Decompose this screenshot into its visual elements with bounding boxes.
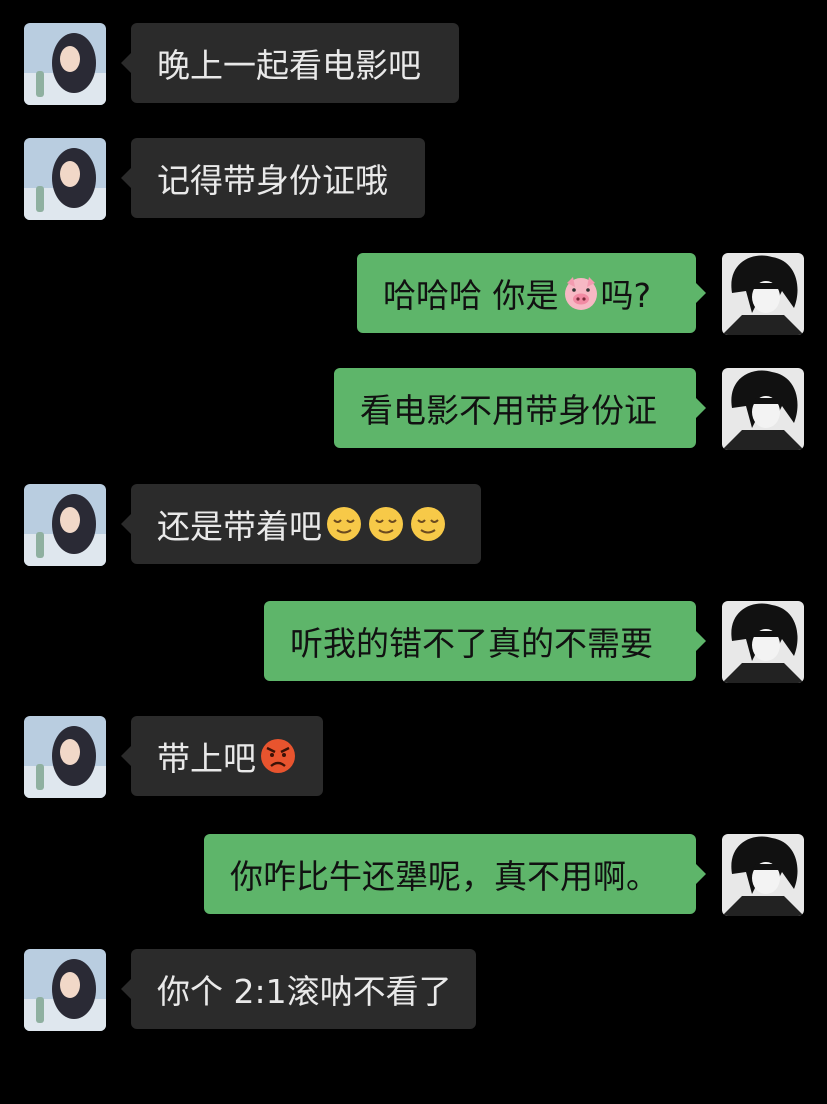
relieved-face-icon [324, 504, 364, 544]
message-bubble[interactable]: 你个 2:1滚呐不看了 [121, 949, 476, 1029]
pig-face-icon [561, 273, 601, 313]
message-text: 带上吧 [157, 739, 256, 778]
message-text: 晚上一起看电影吧 [157, 46, 421, 85]
message-text: 还是带着吧 [157, 507, 322, 546]
message-bubble[interactable]: 记得带身份证哦 [121, 138, 425, 218]
contact-avatar[interactable] [24, 138, 106, 220]
user-avatar[interactable] [722, 368, 804, 450]
message-bubble[interactable]: 带上吧 [121, 716, 323, 796]
message-bubble[interactable]: 看电影不用带身份证 [334, 368, 706, 448]
message-text: 听我的错不了真的不需要 [290, 624, 653, 663]
message-text: 看电影不用带身份证 [360, 391, 657, 430]
contact-avatar[interactable] [24, 23, 106, 105]
user-avatar[interactable] [722, 253, 804, 335]
message-text-suffix: 吗? [600, 276, 652, 315]
contact-avatar[interactable] [24, 484, 106, 566]
message-text: 你个 2:1滚呐不看了 [157, 972, 452, 1011]
message-bubble[interactable]: 听我的错不了真的不需要 [264, 601, 706, 681]
message-text: 哈哈哈 你是 [383, 276, 559, 315]
message-text: 记得带身份证哦 [157, 161, 388, 200]
message-bubble[interactable]: 还是带着吧 [121, 484, 481, 564]
message-text: 你咋比牛还犟呢，真不用啊。 [230, 857, 659, 896]
relieved-face-icon [408, 504, 448, 544]
contact-avatar[interactable] [24, 949, 106, 1031]
user-avatar[interactable] [722, 601, 804, 683]
message-bubble[interactable]: 你咋比牛还犟呢，真不用啊。 [204, 834, 706, 914]
message-bubble[interactable]: 晚上一起看电影吧 [121, 23, 459, 103]
user-avatar[interactable] [722, 834, 804, 916]
contact-avatar[interactable] [24, 716, 106, 798]
message-bubble[interactable]: 哈哈哈 你是 吗? [357, 253, 706, 333]
angry-face-icon [258, 736, 298, 776]
relieved-face-icon [366, 504, 406, 544]
